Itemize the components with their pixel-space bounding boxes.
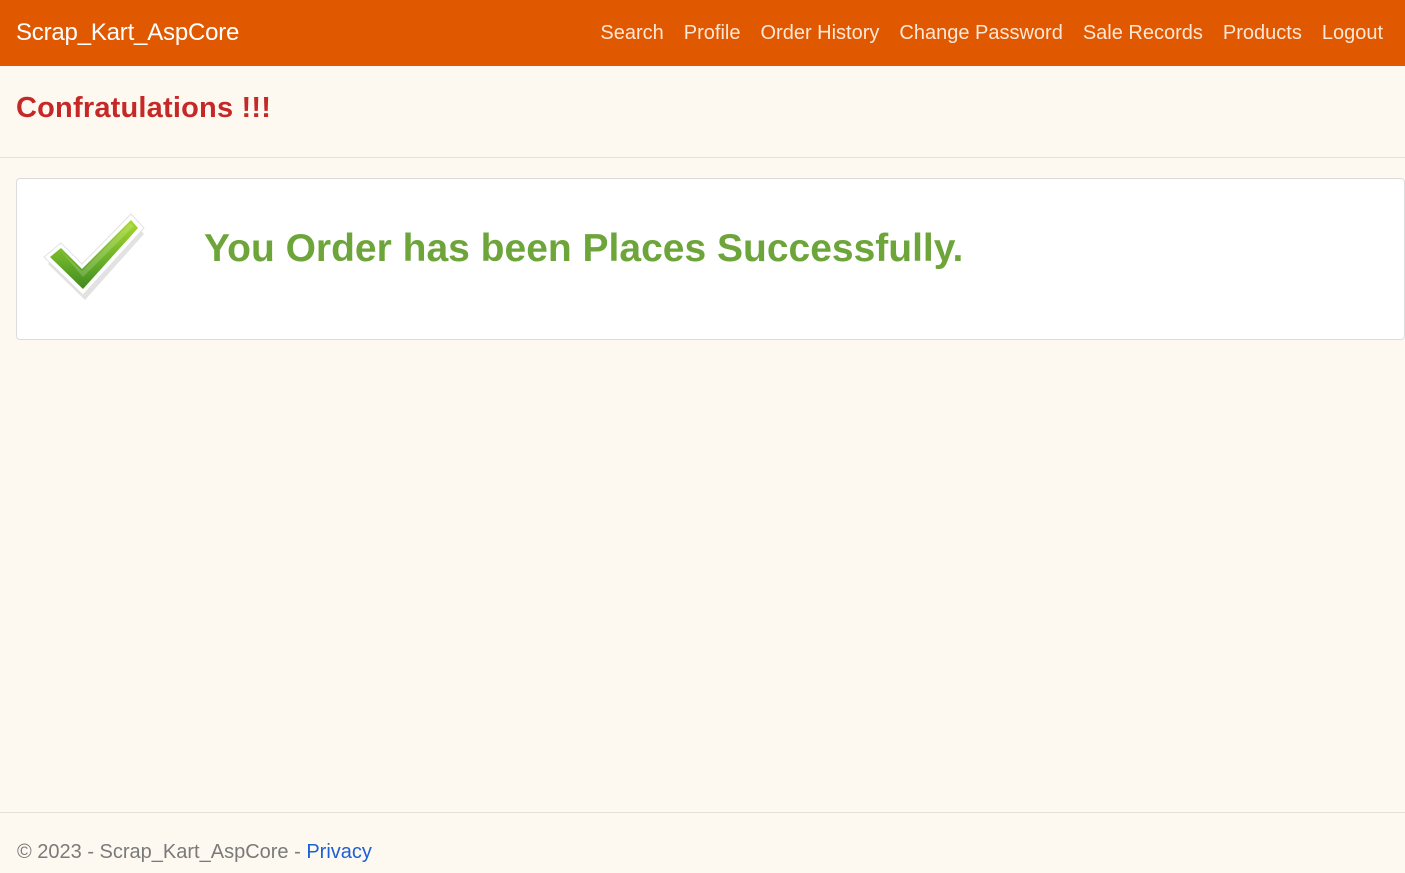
privacy-link[interactable]: Privacy — [306, 841, 372, 863]
nav-order-history-link[interactable]: Order History — [750, 22, 889, 45]
footer-text: © 2023 - Scrap_Kart_AspCore - Privacy — [17, 841, 372, 864]
nav-sale-records-link[interactable]: Sale Records — [1073, 22, 1213, 45]
nav-logout-link[interactable]: Logout — [1312, 22, 1393, 45]
page-header: Confratulations !!! — [0, 66, 1405, 158]
brand-link[interactable]: Scrap_Kart_AspCore — [16, 19, 239, 47]
checkmark-icon — [43, 213, 145, 300]
success-message: You Order has been Places Successfully. — [204, 227, 964, 270]
footer: © 2023 - Scrap_Kart_AspCore - Privacy — [0, 812, 1405, 873]
nav-links: Search Profile Order History Change Pass… — [590, 22, 1393, 45]
nav-change-password-link[interactable]: Change Password — [889, 22, 1072, 45]
footer-copyright: © 2023 - Scrap_Kart_AspCore - — [17, 841, 307, 863]
nav-search-link[interactable]: Search — [590, 22, 673, 45]
top-navbar: Scrap_Kart_AspCore Search Profile Order … — [0, 0, 1405, 66]
nav-profile-link[interactable]: Profile — [674, 22, 751, 45]
page-title: Confratulations !!! — [16, 92, 272, 124]
nav-products-link[interactable]: Products — [1213, 22, 1312, 45]
success-card: You Order has been Places Successfully. — [16, 178, 1405, 340]
